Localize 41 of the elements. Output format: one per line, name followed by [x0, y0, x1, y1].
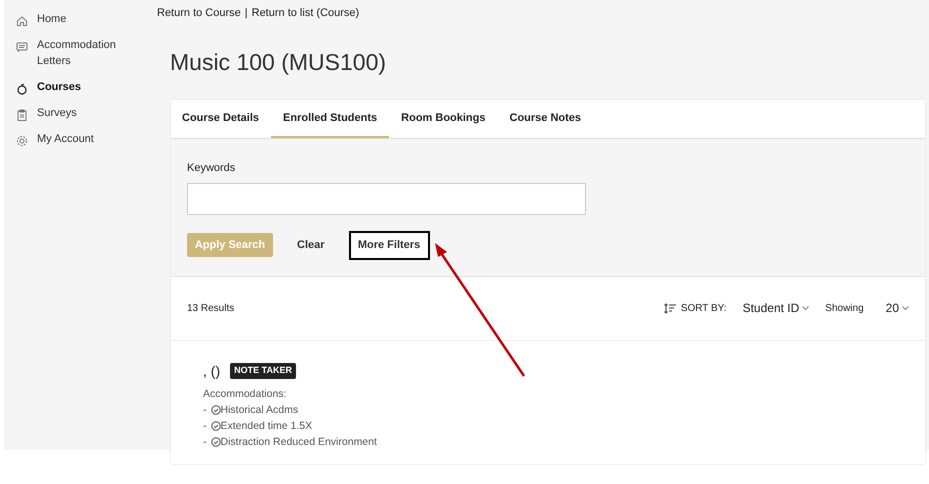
results-count: 13 Results: [187, 302, 234, 316]
list-dash: -: [203, 434, 206, 450]
list-dash: -: [203, 402, 206, 418]
tab[interactable]: Room Bookings: [389, 100, 498, 138]
page-size-dropdown[interactable]: 20: [886, 299, 909, 317]
keywords-field[interactable]: [187, 182, 586, 214]
accommodation-item: Extended time 1.5X: [220, 418, 312, 434]
sort-icon: [664, 302, 677, 314]
tab[interactable]: Course Details: [171, 100, 272, 138]
caret-icon: [802, 306, 810, 310]
role-tag: NOTE TAKER: [230, 363, 296, 379]
keywords-label: Keywords: [187, 161, 236, 176]
message-icon: [16, 41, 28, 53]
check-circle-icon: [210, 404, 220, 414]
breadcrumb-link[interactable]: Return to list (Course): [252, 7, 360, 19]
sidebar-item[interactable]: Surveys: [4, 105, 157, 121]
showing-label: Showing: [825, 302, 864, 316]
sidebar-item[interactable]: Accommodation Letters: [4, 37, 157, 69]
apple-icon: [16, 83, 28, 95]
breadcrumb-link[interactable]: Return to Course: [157, 7, 241, 19]
clipboard-icon: [16, 109, 28, 121]
accommodation-item: Distraction Reduced Environment: [220, 434, 377, 450]
tab[interactable]: Course Notes: [498, 100, 594, 138]
check-circle-icon: [210, 420, 220, 430]
clear-button[interactable]: Clear: [285, 236, 337, 254]
sidebar-item[interactable]: My Account: [4, 131, 157, 147]
accommodation-item: Historical Acdms: [220, 402, 298, 418]
student-name[interactable]: , (): [203, 360, 220, 382]
caret-icon: [902, 306, 909, 310]
page-title: Music 100 (MUS100): [170, 48, 388, 77]
sidebar-item[interactable]: Courses: [4, 79, 157, 95]
settings-icon: [16, 135, 28, 147]
check-circle-icon: [210, 436, 220, 446]
sort-label: SORT BY:: [680, 302, 727, 316]
sort-dropdown[interactable]: Student ID: [742, 299, 810, 317]
sidebar-item[interactable]: Home: [4, 11, 157, 27]
more-filters-button[interactable]: More Filters: [348, 230, 430, 260]
breadcrumb-separator: |: [244, 7, 248, 19]
home-icon: [16, 15, 28, 27]
accommodations-label: Accommodations:: [203, 386, 288, 402]
list-dash: -: [203, 418, 206, 434]
